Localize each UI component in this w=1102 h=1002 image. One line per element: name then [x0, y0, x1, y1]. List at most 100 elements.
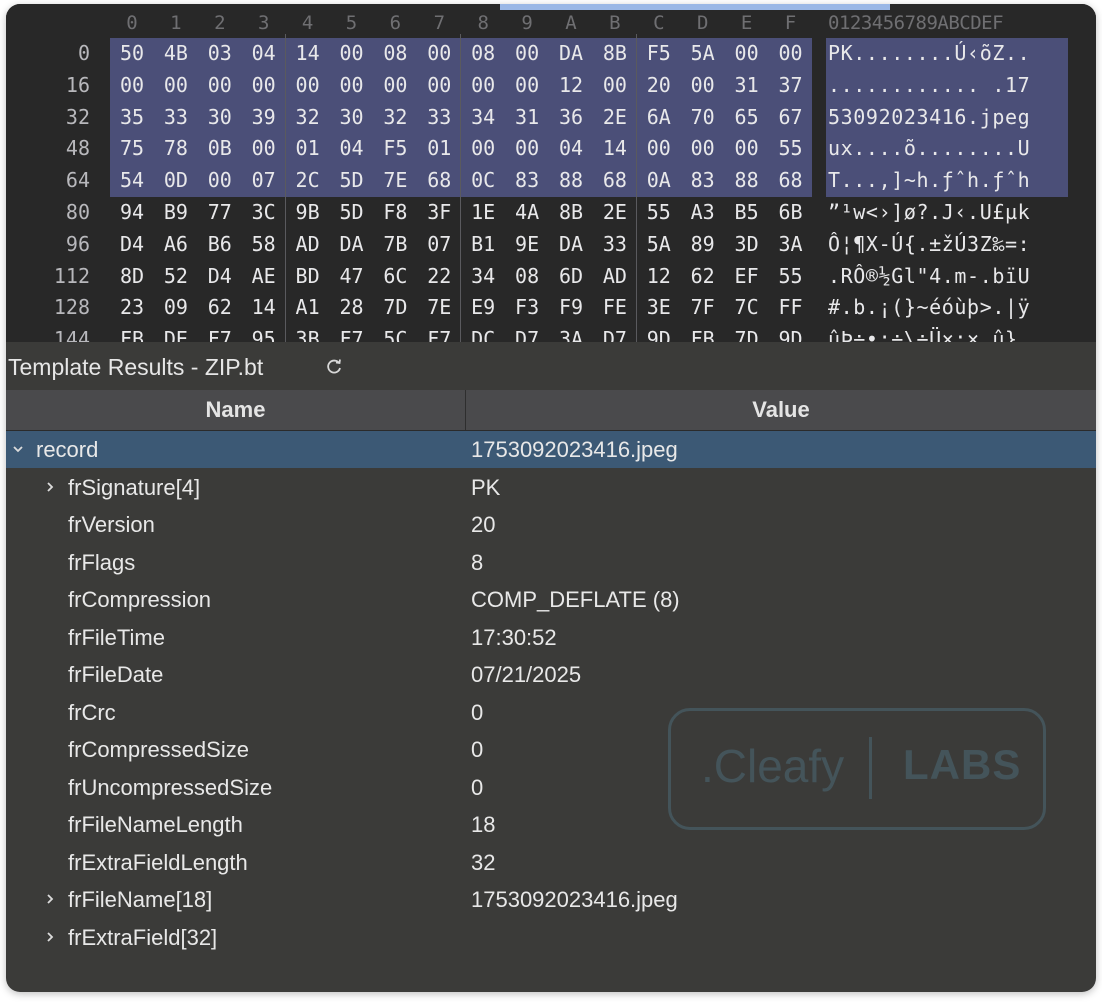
hex-byte[interactable]: 7B — [373, 232, 417, 256]
hex-byte[interactable]: 83 — [681, 168, 725, 192]
ascii-text[interactable]: ............ .17 — [828, 73, 1030, 97]
hex-byte[interactable]: 75 — [110, 136, 154, 160]
hex-byte[interactable]: 32 — [373, 105, 417, 129]
chevron-right-icon[interactable] — [44, 931, 56, 943]
hex-byte[interactable]: 08 — [505, 264, 549, 288]
hex-byte[interactable]: 8B — [593, 41, 637, 65]
hex-byte[interactable]: 6D — [549, 264, 593, 288]
hex-byte[interactable]: 3B — [286, 327, 330, 342]
hex-byte[interactable]: 9D — [637, 327, 681, 342]
hex-byte[interactable]: 00 — [417, 73, 461, 97]
hex-byte[interactable]: 62 — [198, 295, 242, 319]
hex-byte[interactable]: 67 — [769, 105, 813, 129]
hex-byte[interactable]: 03 — [198, 41, 242, 65]
hex-byte[interactable]: A1 — [286, 295, 330, 319]
hex-byte[interactable]: 00 — [286, 73, 330, 97]
hex-byte[interactable]: A3 — [681, 200, 725, 224]
hex-byte[interactable]: D7 — [593, 327, 637, 342]
hex-byte[interactable]: 32 — [286, 105, 330, 129]
hex-byte[interactable]: DA — [330, 232, 374, 256]
hex-row[interactable]: 32 35 33 30 39 32 30 32 33 34 31 36 2E 6A 70 65 67 530920… — [6, 101, 1096, 134]
hex-byte[interactable]: 0D — [154, 168, 198, 192]
ascii-text[interactable]: PK........Ú‹õZ.. — [828, 41, 1030, 65]
hex-byte[interactable]: 7E — [417, 295, 461, 319]
hex-byte[interactable]: 12 — [549, 73, 593, 97]
hex-byte[interactable]: 12 — [637, 264, 681, 288]
hex-byte[interactable]: 33 — [154, 105, 198, 129]
hex-byte[interactable]: 6B — [769, 200, 813, 224]
hex-byte[interactable]: 3D — [725, 232, 769, 256]
hex-byte[interactable]: A6 — [154, 232, 198, 256]
hex-byte[interactable]: 34 — [461, 105, 505, 129]
hex-byte[interactable]: 5A — [637, 232, 681, 256]
hex-byte[interactable]: 33 — [593, 232, 637, 256]
hex-byte[interactable]: 00 — [505, 136, 549, 160]
hex-byte[interactable]: 14 — [286, 41, 330, 65]
hex-byte[interactable]: 68 — [593, 168, 637, 192]
hex-row[interactable]: 0 50 4B 03 04 14 00 08 00 08 00 DA 8B F5 5A 00 00 PK.....… — [6, 38, 1096, 70]
ascii-text[interactable]: 53092023416.jpeg — [828, 105, 1030, 129]
hex-byte[interactable]: 68 — [417, 168, 461, 192]
hex-byte[interactable]: 00 — [505, 73, 549, 97]
hex-byte[interactable]: B1 — [461, 232, 505, 256]
refresh-icon[interactable] — [324, 356, 344, 376]
tree-row-record[interactable]: record 1753092023416.jpeg — [6, 431, 1096, 468]
hex-byte[interactable]: 37 — [769, 73, 813, 97]
hex-byte[interactable]: 20 — [637, 73, 681, 97]
ascii-text[interactable]: ”¹w<›]ø?.J‹.U£µk — [828, 200, 1030, 224]
hex-byte[interactable]: DA — [549, 41, 593, 65]
tree-row-frextrafield-32[interactable]: frExtraField[32] — [6, 919, 1096, 956]
hex-byte[interactable]: 7E — [373, 168, 417, 192]
hex-byte[interactable]: 8D — [110, 264, 154, 288]
hex-byte[interactable]: D4 — [110, 232, 154, 256]
hex-byte[interactable]: 34 — [461, 264, 505, 288]
hex-byte[interactable]: 3E — [637, 295, 681, 319]
hex-byte[interactable]: 77 — [198, 200, 242, 224]
hex-byte[interactable]: 94 — [110, 200, 154, 224]
hex-byte[interactable]: B6 — [198, 232, 242, 256]
hex-byte[interactable]: 8B — [549, 200, 593, 224]
hex-byte[interactable]: D7 — [505, 327, 549, 342]
hex-byte[interactable]: 36 — [549, 105, 593, 129]
hex-byte[interactable]: E9 — [461, 295, 505, 319]
hex-byte[interactable]: 00 — [242, 136, 286, 160]
hex-byte[interactable]: 00 — [681, 73, 725, 97]
tree-row-frfilename-18[interactable]: frFileName[18] 1753092023416.jpeg — [6, 881, 1096, 918]
hex-byte[interactable]: 30 — [198, 105, 242, 129]
hex-byte[interactable]: 07 — [417, 232, 461, 256]
hex-byte[interactable]: 7C — [725, 295, 769, 319]
hex-byte[interactable]: 01 — [286, 136, 330, 160]
hex-byte[interactable]: 54 — [110, 168, 154, 192]
hex-byte[interactable]: 14 — [242, 295, 286, 319]
hex-byte[interactable]: AD — [593, 264, 637, 288]
hex-byte[interactable]: 08 — [461, 41, 505, 65]
ascii-text[interactable]: #.b.¡(}~éóùþ>.|ÿ — [828, 295, 1030, 319]
hex-byte[interactable]: 00 — [373, 73, 417, 97]
hex-byte[interactable]: 83 — [505, 168, 549, 192]
hex-byte[interactable]: 6C — [373, 264, 417, 288]
hex-byte[interactable]: 00 — [198, 73, 242, 97]
hex-byte[interactable]: 00 — [593, 73, 637, 97]
hex-byte[interactable]: 28 — [330, 295, 374, 319]
hex-byte[interactable]: 3A — [769, 232, 813, 256]
hex-byte[interactable]: 7D — [373, 295, 417, 319]
hex-byte[interactable]: BD — [286, 264, 330, 288]
hex-byte[interactable]: 3F — [417, 200, 461, 224]
hex-byte[interactable]: 55 — [769, 136, 813, 160]
hex-byte[interactable]: F5 — [373, 136, 417, 160]
chevron-right-icon[interactable] — [44, 481, 56, 493]
hex-byte[interactable]: 3C — [242, 200, 286, 224]
hex-row[interactable]: 16 00 00 00 00 00 00 00 00 00 00 12 00 20 00 31 37......… — [6, 69, 1096, 102]
hex-byte[interactable]: 4A — [505, 200, 549, 224]
tree-row-frversion[interactable]: frVersion 20 — [6, 506, 1096, 543]
hex-byte[interactable]: 00 — [417, 41, 461, 65]
name-column-header[interactable]: Name — [6, 390, 465, 430]
tree-row-frflags[interactable]: frFlags 8 — [6, 544, 1096, 581]
hex-byte[interactable]: 07 — [242, 168, 286, 192]
hex-byte[interactable]: 0A — [637, 168, 681, 192]
hex-byte[interactable]: 00 — [505, 41, 549, 65]
hex-byte[interactable]: 0B — [198, 136, 242, 160]
chevron-down-icon[interactable] — [12, 443, 24, 455]
hex-byte[interactable]: 9E — [505, 232, 549, 256]
hex-byte[interactable]: FB — [110, 327, 154, 342]
